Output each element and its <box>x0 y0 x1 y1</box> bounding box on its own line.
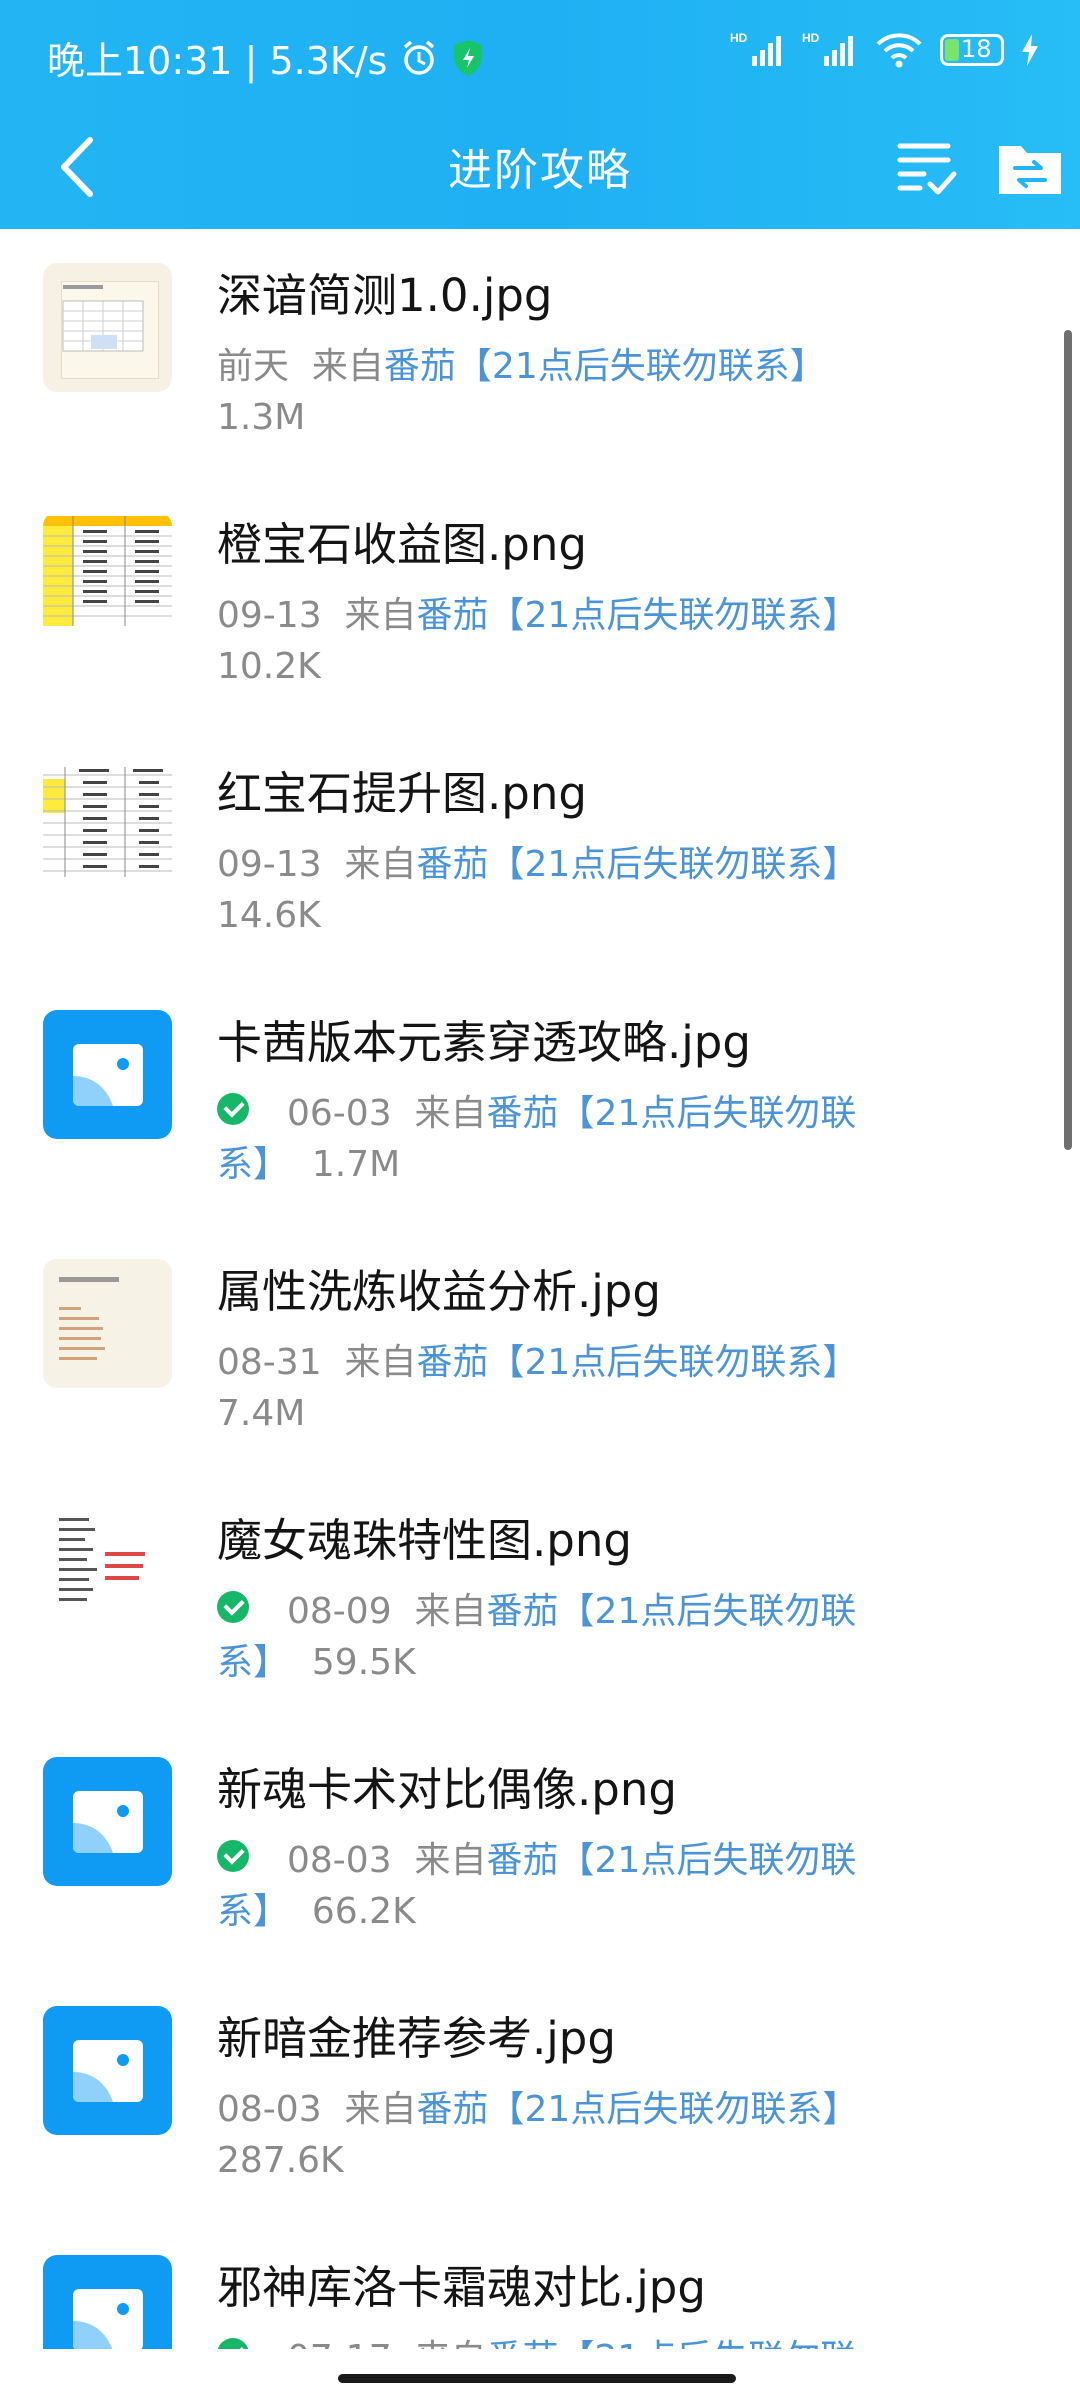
file-date: 09-13 <box>217 844 322 885</box>
list-item[interactable]: 深谙简测1.0.jpg 前天 来自番茄【21点后失联勿联系】 1.3M <box>0 229 1080 478</box>
file-name: 新暗金推荐参考.jpg <box>217 2012 616 2065</box>
file-name: 属性洗炼收益分析.jpg <box>217 1265 661 1318</box>
image-file-icon <box>43 2006 172 2135</box>
file-meta: 08-31 来自番茄【21点后失联勿联系】 7.4M <box>217 1337 917 1439</box>
file-date: 09-13 <box>217 595 322 636</box>
battery-level: 18 <box>961 35 992 63</box>
table-preview-thumbnail <box>43 761 172 890</box>
file-name: 魔女魂珠特性图.png <box>217 1514 632 1567</box>
file-list[interactable]: 深谙简测1.0.jpg 前天 来自番茄【21点后失联勿联系】 1.3M 橙宝石收… <box>0 229 1080 2349</box>
file-date: 08-31 <box>217 1342 322 1383</box>
file-size: 10.2K <box>217 646 321 687</box>
file-source: 番茄【21点后失联勿联系】 <box>383 346 826 387</box>
list-item[interactable]: 新暗金推荐参考.jpg 08-03 来自番茄【21点后失联勿联系】 287.6K <box>0 1972 1080 2221</box>
sort-select-icon[interactable] <box>892 132 962 202</box>
doc-preview-thumbnail <box>43 263 172 392</box>
status-left: 晚上10:31 | 5.3K/s <box>47 30 485 85</box>
file-size: 1.7M <box>311 1144 401 1185</box>
list-item[interactable]: 红宝石提升图.png 09-13 来自番茄【21点后失联勿联系】 14.6K <box>0 727 1080 976</box>
signal-hd-icon-2: HD <box>802 31 853 66</box>
table-preview-thumbnail <box>43 512 172 641</box>
from-label: 来自 <box>344 595 417 636</box>
check-circle-icon <box>217 2338 249 2349</box>
list-item[interactable]: 魔女魂珠特性图.png 08-09 来自番茄【21点后失联勿联系】 59.5K <box>0 1474 1080 1723</box>
from-label: 来自 <box>344 844 417 885</box>
check-circle-icon <box>217 1093 249 1125</box>
file-meta: 07-17 来自番茄【21点后失联勿联 <box>217 2333 917 2349</box>
from-label: 来自 <box>344 1342 417 1383</box>
file-source: 番茄【21点后失联勿联系】 <box>416 595 859 636</box>
file-name: 红宝石提升图.png <box>217 767 587 820</box>
file-meta: 08-09 来自番茄【21点后失联勿联系】 59.5K <box>217 1586 917 1688</box>
file-name: 邪神库洛卡霜魂对比.jpg <box>217 2261 706 2314</box>
status-right: HD HD 18 <box>730 30 1040 70</box>
status-time: 晚上10:31 | 5.3K/s <box>47 39 388 83</box>
file-source: 番茄【21点后失联勿联系】 <box>416 844 859 885</box>
from-label: 来自 <box>414 1840 487 1881</box>
check-circle-icon <box>217 1840 249 1872</box>
list-item[interactable]: 新魂卡术对比偶像.png 08-03 来自番茄【21点后失联勿联系】 66.2K <box>0 1723 1080 1972</box>
wifi-icon <box>876 33 922 68</box>
file-source: 番茄【21点后失联勿联系】 <box>416 1342 859 1383</box>
doc-preview-thumbnail <box>43 1259 172 1388</box>
list-item[interactable]: 属性洗炼收益分析.jpg 08-31 来自番茄【21点后失联勿联系】 7.4M <box>0 1225 1080 1474</box>
shield-icon <box>454 39 483 76</box>
svg-text:HD: HD <box>730 31 748 45</box>
file-date: 08-09 <box>287 1591 392 1632</box>
file-size: 7.4M <box>217 1393 306 1434</box>
from-label: 来自 <box>415 2338 487 2349</box>
file-date: 08-03 <box>287 1840 392 1881</box>
file-meta: 06-03 来自番茄【21点后失联勿联系】 1.7M <box>217 1088 917 1190</box>
from-label: 来自 <box>414 1591 487 1632</box>
file-date: 06-03 <box>287 1093 392 1134</box>
from-label: 来自 <box>311 346 384 387</box>
file-size: 59.5K <box>311 1642 416 1683</box>
file-size: 66.2K <box>311 1891 416 1932</box>
file-name: 深谙简测1.0.jpg <box>217 269 553 322</box>
file-meta: 09-13 来自番茄【21点后失联勿联系】 14.6K <box>217 839 917 941</box>
battery-icon: 18 <box>940 34 1004 66</box>
file-size: 287.6K <box>217 2140 344 2181</box>
from-label: 来自 <box>344 2089 417 2130</box>
image-file-icon <box>43 1010 172 1139</box>
nav-bar: 进阶攻略 <box>0 110 1080 229</box>
text-preview-thumbnail <box>43 1508 172 1637</box>
file-meta: 08-03 来自番茄【21点后失联勿联系】 66.2K <box>217 1835 917 1937</box>
list-item[interactable]: 卡茜版本元素穿透攻略.jpg 06-03 来自番茄【21点后失联勿联系】 1.7… <box>0 976 1080 1225</box>
file-name: 新魂卡术对比偶像.png <box>217 1763 677 1816</box>
file-name: 卡茜版本元素穿透攻略.jpg <box>217 1016 751 1069</box>
image-file-icon <box>43 2255 172 2349</box>
image-file-icon <box>43 1757 172 1886</box>
status-bar: 晚上10:31 | 5.3K/s HD HD 18 <box>0 0 1080 110</box>
alarm-icon <box>404 40 435 75</box>
scrollbar[interactable] <box>1064 330 1072 1150</box>
charging-icon <box>1022 34 1038 66</box>
svg-text:HD: HD <box>802 31 820 45</box>
folder-transfer-icon[interactable] <box>995 132 1065 202</box>
file-meta: 08-03 来自番茄【21点后失联勿联系】 287.6K <box>217 2084 917 2186</box>
signal-hd-icon: HD <box>730 31 781 66</box>
file-source: 番茄【21点后失联勿联 <box>487 2338 857 2349</box>
file-date: 08-03 <box>217 2089 322 2130</box>
list-item[interactable]: 橙宝石收益图.png 09-13 来自番茄【21点后失联勿联系】 10.2K <box>0 478 1080 727</box>
file-meta: 前天 来自番茄【21点后失联勿联系】 1.3M <box>217 341 917 443</box>
file-date: 前天 <box>217 346 290 387</box>
file-size: 14.6K <box>217 895 321 936</box>
list-item[interactable]: 邪神库洛卡霜魂对比.jpg 07-17 来自番茄【21点后失联勿联 <box>0 2221 1080 2349</box>
from-label: 来自 <box>414 1093 487 1134</box>
file-meta: 09-13 来自番茄【21点后失联勿联系】 10.2K <box>217 590 917 692</box>
home-indicator[interactable] <box>338 2374 736 2383</box>
app-header: 晚上10:31 | 5.3K/s HD HD 18 进阶攻略 <box>0 0 1080 229</box>
file-size: 1.3M <box>217 397 306 438</box>
file-date: 07-17 <box>287 2338 392 2349</box>
file-name: 橙宝石收益图.png <box>217 518 587 571</box>
file-source: 番茄【21点后失联勿联系】 <box>416 2089 859 2130</box>
check-circle-icon <box>217 1591 249 1623</box>
